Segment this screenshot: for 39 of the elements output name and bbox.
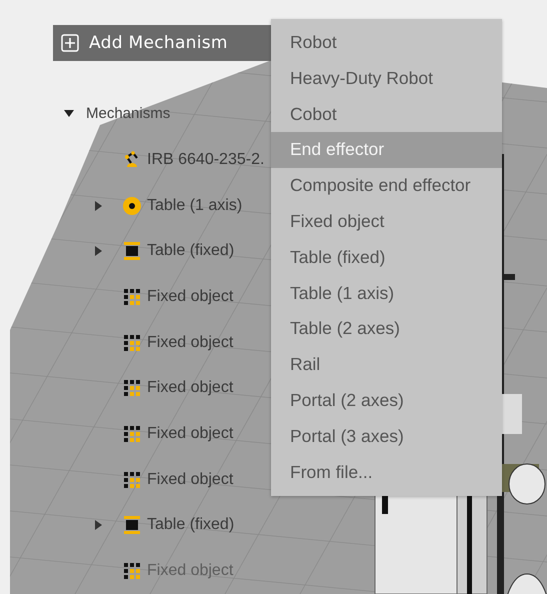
menu-item[interactable]: Robot <box>271 25 502 61</box>
fixed-table-icon <box>122 241 142 262</box>
object-grid-icon <box>122 332 142 353</box>
tree-item-label[interactable]: IRB 6640-235-2. <box>147 150 264 169</box>
menu-item[interactable]: Rail <box>271 347 502 383</box>
tree-item-label[interactable]: Fixed object <box>147 288 234 306</box>
collapsed-caret-icon[interactable] <box>93 520 103 530</box>
object-grid-icon <box>122 286 142 307</box>
menu-item[interactable]: Heavy-Duty Robot <box>271 60 502 97</box>
object-grid-icon <box>122 424 142 444</box>
menu-item[interactable]: Composite end effector <box>271 168 502 204</box>
tree-item-label[interactable]: Fixed object <box>147 334 234 352</box>
expanded-caret-icon[interactable] <box>64 108 74 118</box>
object-grid-icon <box>122 561 142 582</box>
menu-item[interactable]: Portal (2 axes) <box>271 382 502 419</box>
menu-item[interactable]: Fixed object <box>271 204 502 240</box>
tree-item-label[interactable]: Table (fixed) <box>147 242 234 260</box>
plus-icon <box>61 34 79 52</box>
menu-item[interactable]: Table (1 axis) <box>271 276 502 312</box>
tree-item-label[interactable]: Fixed object <box>147 562 234 580</box>
tree-item-label[interactable]: Fixed object <box>147 470 234 489</box>
fixed-table-icon <box>122 515 142 536</box>
menu-item[interactable]: Cobot <box>271 96 502 132</box>
menu-item[interactable]: Table (fixed) <box>271 240 502 276</box>
tree-item-label[interactable]: Table (fixed) <box>147 516 234 534</box>
menu-item[interactable]: Portal (3 axes) <box>271 418 502 455</box>
menu-item[interactable]: Table (2 axes) <box>271 311 502 348</box>
menu-item[interactable]: End effector <box>271 132 502 168</box>
collapsed-caret-icon[interactable] <box>93 246 103 256</box>
rotary-table-icon <box>122 196 142 216</box>
menu-item[interactable]: From file... <box>271 454 502 490</box>
object-grid-icon <box>122 378 142 398</box>
collapsed-caret-icon[interactable] <box>93 200 103 211</box>
tree-item-label[interactable]: Fixed object <box>147 424 234 443</box>
tree-item-label[interactable]: Table (1 axis) <box>147 196 242 215</box>
object-grid-icon <box>122 470 142 490</box>
add-mechanism-button[interactable]: Add Mechanism <box>53 25 271 61</box>
tree-group-label[interactable]: Mechanisms <box>86 104 170 122</box>
tree-item-label[interactable]: Fixed object <box>147 379 234 398</box>
